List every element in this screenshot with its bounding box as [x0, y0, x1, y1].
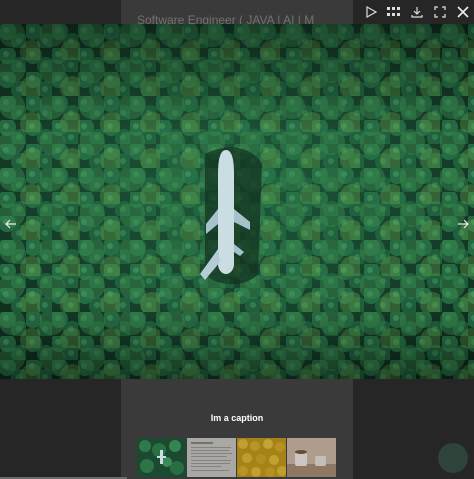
thumbnail-image [237, 438, 286, 477]
thumbnail-yellow-flowers[interactable] [237, 438, 286, 477]
download-button[interactable] [405, 0, 428, 24]
lightbox-toolbar [359, 0, 474, 24]
play-button[interactable] [359, 0, 382, 24]
close-button[interactable] [451, 0, 474, 24]
play-icon [365, 6, 377, 18]
previous-arrow-button[interactable] [0, 212, 22, 236]
thumbnail-image [287, 438, 336, 477]
fullscreen-button[interactable] [428, 0, 451, 24]
thumbnail-coffee-cups[interactable] [287, 438, 336, 477]
next-arrow-button[interactable] [452, 212, 474, 236]
close-icon [456, 6, 469, 18]
thumbnail-strip [137, 438, 336, 477]
thumbnails-toggle-button[interactable] [382, 0, 405, 24]
thumbnail-document-page[interactable] [187, 438, 236, 477]
forest-airplane-image [0, 24, 474, 379]
thumbnail-image [137, 438, 186, 477]
fullscreen-icon [433, 6, 446, 18]
download-icon [410, 7, 423, 18]
thumbnail-image [187, 438, 236, 477]
grid-icon [387, 7, 400, 16]
arrow-right-icon [458, 219, 469, 229]
arrow-left-icon [5, 219, 16, 229]
floating-action-button[interactable] [438, 443, 468, 473]
image-caption: Im a caption [210, 413, 264, 423]
thumbnail-forest-airplane[interactable] [137, 438, 186, 477]
lightbox-main-image[interactable] [0, 24, 474, 379]
